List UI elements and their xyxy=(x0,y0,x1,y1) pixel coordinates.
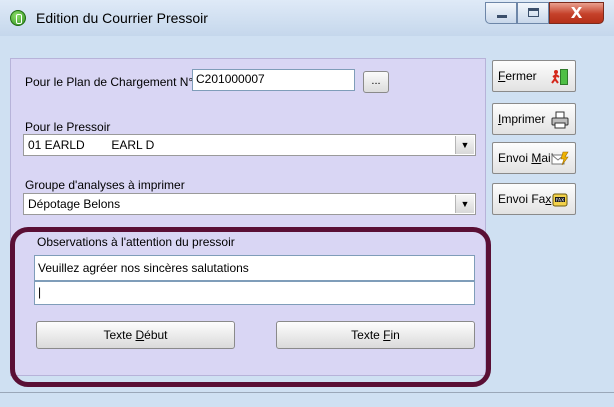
close-window-button[interactable]: X xyxy=(549,2,604,24)
window-controls: X xyxy=(485,2,604,26)
imprimer-button[interactable]: Imprimer xyxy=(492,103,576,135)
maximize-button[interactable] xyxy=(517,2,549,24)
groupe-select[interactable]: Dépotage Belons ▼ xyxy=(23,193,476,215)
close-icon: X xyxy=(570,4,583,22)
minimize-icon xyxy=(497,15,507,18)
maximize-icon xyxy=(528,8,539,17)
exit-door-icon xyxy=(551,68,569,90)
mail-icon xyxy=(551,150,569,172)
chevron-down-icon[interactable]: ▼ xyxy=(455,136,474,154)
pressoir-select[interactable]: 01 EARLD EARL D ▼ xyxy=(23,134,476,156)
accelerator-key: M xyxy=(531,151,542,165)
app-icon xyxy=(10,10,26,26)
button-label: Envoi Fa xyxy=(498,192,546,206)
minimize-button[interactable] xyxy=(485,2,517,24)
printer-icon xyxy=(551,111,569,133)
chevron-down-icon[interactable]: ▼ xyxy=(455,195,474,213)
pressoir-selected-value: 01 EARLD EARL D xyxy=(28,138,155,152)
plan-number-field[interactable]: C201000007 xyxy=(192,69,355,91)
svg-text:FAX: FAX xyxy=(556,198,564,204)
plan-label: Pour le Plan de Chargement N° xyxy=(25,75,194,89)
button-label: Envoi xyxy=(498,151,532,165)
status-divider xyxy=(0,392,614,393)
window-title: Edition du Courrier Pressoir xyxy=(36,10,208,26)
fax-icon: FAX xyxy=(551,191,569,213)
groupe-selected-value: Dépotage Belons xyxy=(28,197,121,211)
button-label: ermer xyxy=(505,69,537,83)
envoi-mail-button[interactable]: Envoi Mail xyxy=(492,142,576,174)
envoi-fax-button[interactable]: Envoi Fax FAX xyxy=(492,183,576,215)
button-label: mprimer xyxy=(501,112,546,126)
pressoir-label: Pour le Pressoir xyxy=(25,120,111,134)
app-window: Edition du Courrier Pressoir X Pour le P… xyxy=(0,0,614,407)
browse-plan-button[interactable]: ... xyxy=(363,71,389,93)
groupe-label: Groupe d'analyses à imprimer xyxy=(25,178,185,192)
title-bar[interactable]: Edition du Courrier Pressoir X xyxy=(0,0,614,36)
observations-highlight xyxy=(10,227,491,387)
fermer-button[interactable]: Fermer xyxy=(492,60,576,92)
